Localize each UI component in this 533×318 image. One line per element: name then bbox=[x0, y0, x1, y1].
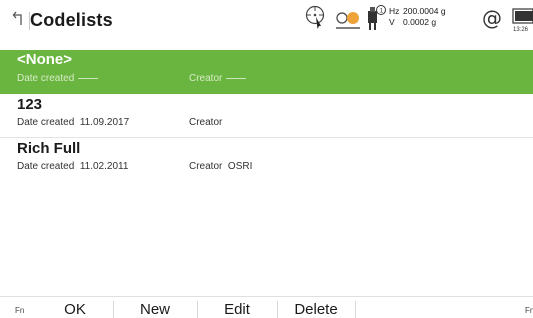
date-created: Date created 11.09.2017 bbox=[17, 117, 129, 128]
codelist-name: Rich Full bbox=[17, 140, 81, 157]
ok-button[interactable]: OK bbox=[38, 301, 112, 318]
edit-button[interactable]: Edit bbox=[198, 301, 276, 318]
angle-readout: Hz 200.0004 g V 0.0002 g bbox=[389, 6, 446, 28]
empty-value-dash bbox=[78, 77, 99, 79]
date-created: Date created 11.02.2011 bbox=[17, 161, 128, 172]
softkey-bar: Fn OK New Edit Delete Fn bbox=[0, 296, 533, 318]
at-icon[interactable]: @ bbox=[482, 6, 502, 30]
creator: Creator bbox=[189, 73, 247, 84]
hz-value: 200.0004 g bbox=[403, 6, 446, 16]
creator-label: Creator bbox=[189, 117, 223, 128]
v-label: V bbox=[389, 17, 395, 27]
title-bar: Codelists 1 Hz 200.0004 g V 0.0002 g @ 13:… bbox=[0, 0, 533, 40]
crosshair-target-icon[interactable] bbox=[304, 5, 326, 31]
back-icon[interactable] bbox=[12, 9, 28, 27]
list-item[interactable]: 123 Date created 11.09.2017 Creator bbox=[0, 94, 533, 138]
date-created-label: Date created bbox=[17, 117, 75, 128]
page-title: Codelists bbox=[30, 10, 113, 30]
clock-time: 13:26 bbox=[513, 27, 529, 33]
codelist-name: <None> bbox=[17, 51, 73, 68]
creator-label: Creator bbox=[189, 161, 223, 172]
creator: Creator OSRI bbox=[189, 161, 252, 172]
empty-value-dash bbox=[226, 77, 247, 79]
creator-label: Creator bbox=[189, 73, 223, 84]
fn-key-right[interactable]: Fn bbox=[525, 306, 533, 315]
instrument-face-icon[interactable]: 1 bbox=[365, 4, 387, 32]
delete-button[interactable]: Delete bbox=[278, 301, 354, 318]
prism-icon[interactable] bbox=[334, 9, 362, 33]
date-created: Date created bbox=[17, 73, 99, 84]
creator: Creator bbox=[189, 117, 222, 128]
list-item[interactable]: <None> Date created Creator bbox=[0, 50, 533, 94]
list-item[interactable]: Rich Full Date created 11.02.2011 Creato… bbox=[0, 138, 533, 182]
hz-label: Hz bbox=[389, 6, 400, 16]
date-created-label: Date created bbox=[17, 161, 75, 172]
v-value: 0.0002 g bbox=[403, 17, 437, 27]
codelist-name: 123 bbox=[17, 96, 43, 113]
date-created-value: 11.09.2017 bbox=[79, 117, 130, 128]
fn-key-left[interactable]: Fn bbox=[15, 306, 24, 315]
softkey-separator bbox=[355, 301, 356, 318]
codelist-list: <None> Date created Creator 123 Date cre… bbox=[0, 50, 533, 182]
date-created-value: 11.02.2011 bbox=[79, 161, 129, 172]
new-button[interactable]: New bbox=[114, 301, 196, 318]
svg-text:1: 1 bbox=[380, 8, 384, 15]
date-created-label: Date created bbox=[17, 73, 75, 84]
creator-value: OSRI bbox=[227, 161, 253, 172]
